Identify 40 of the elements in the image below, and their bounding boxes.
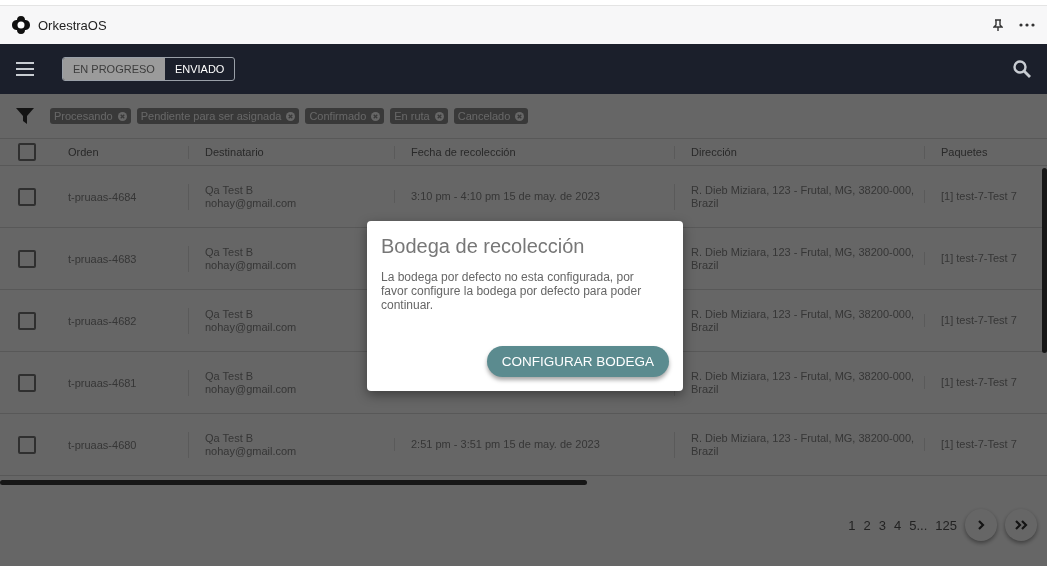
- page-link[interactable]: 3: [878, 517, 886, 533]
- tab[interactable]: ENVIADO: [164, 58, 235, 80]
- page-link[interactable]: 125: [935, 517, 957, 533]
- filter-icon[interactable]: [16, 108, 34, 124]
- double-chevron-icon: [1014, 520, 1028, 530]
- page-link[interactable]: 4: [894, 517, 902, 533]
- pin-icon[interactable]: [993, 19, 1003, 31]
- column-header: Paquetes: [924, 145, 1047, 159]
- column-header: Fecha de recolección: [394, 145, 674, 159]
- chevron-right-icon: [977, 520, 985, 530]
- page-link[interactable]: 1: [848, 517, 856, 533]
- column-header: Dirección: [674, 145, 924, 159]
- select-all-checkbox[interactable]: [18, 143, 36, 161]
- remove-icon[interactable]: [515, 111, 525, 121]
- horizontal-scrollbar[interactable]: [0, 480, 587, 485]
- remove-icon[interactable]: [371, 111, 381, 121]
- menu-icon[interactable]: [16, 62, 34, 76]
- column-header: Destinatario: [188, 145, 394, 159]
- dialog-message: La bodega por defecto no esta configurada, por favor configure la bodega por defecto para poder continuar.: [381, 270, 643, 312]
- page-link[interactable]: 2: [863, 517, 871, 533]
- row-checkbox[interactable]: [18, 187, 36, 206]
- row-checkbox[interactable]: [18, 435, 36, 454]
- dialog-title: Bodega de recolección: [381, 235, 586, 258]
- remove-icon[interactable]: [286, 111, 296, 121]
- remove-icon[interactable]: [434, 111, 444, 121]
- page-link[interactable]: 5...: [909, 517, 928, 533]
- more-icon[interactable]: [1019, 23, 1035, 27]
- next-page-button[interactable]: [965, 509, 997, 541]
- remove-icon[interactable]: [117, 111, 127, 121]
- tab[interactable]: EN PROGRESO: [63, 58, 165, 80]
- column-header: Orden: [67, 145, 100, 159]
- row-checkbox[interactable]: [18, 311, 36, 330]
- last-page-button[interactable]: [1005, 509, 1037, 541]
- search-icon[interactable]: [1013, 60, 1031, 78]
- row-checkbox[interactable]: [18, 373, 36, 392]
- logo-icon: [12, 16, 30, 34]
- vertical-scrollbar[interactable]: [1042, 168, 1047, 353]
- app-title: OrkestraOS: [38, 17, 108, 33]
- row-checkbox[interactable]: [18, 249, 36, 268]
- configure-button[interactable]: CONFIGURAR BODEGA: [486, 346, 669, 377]
